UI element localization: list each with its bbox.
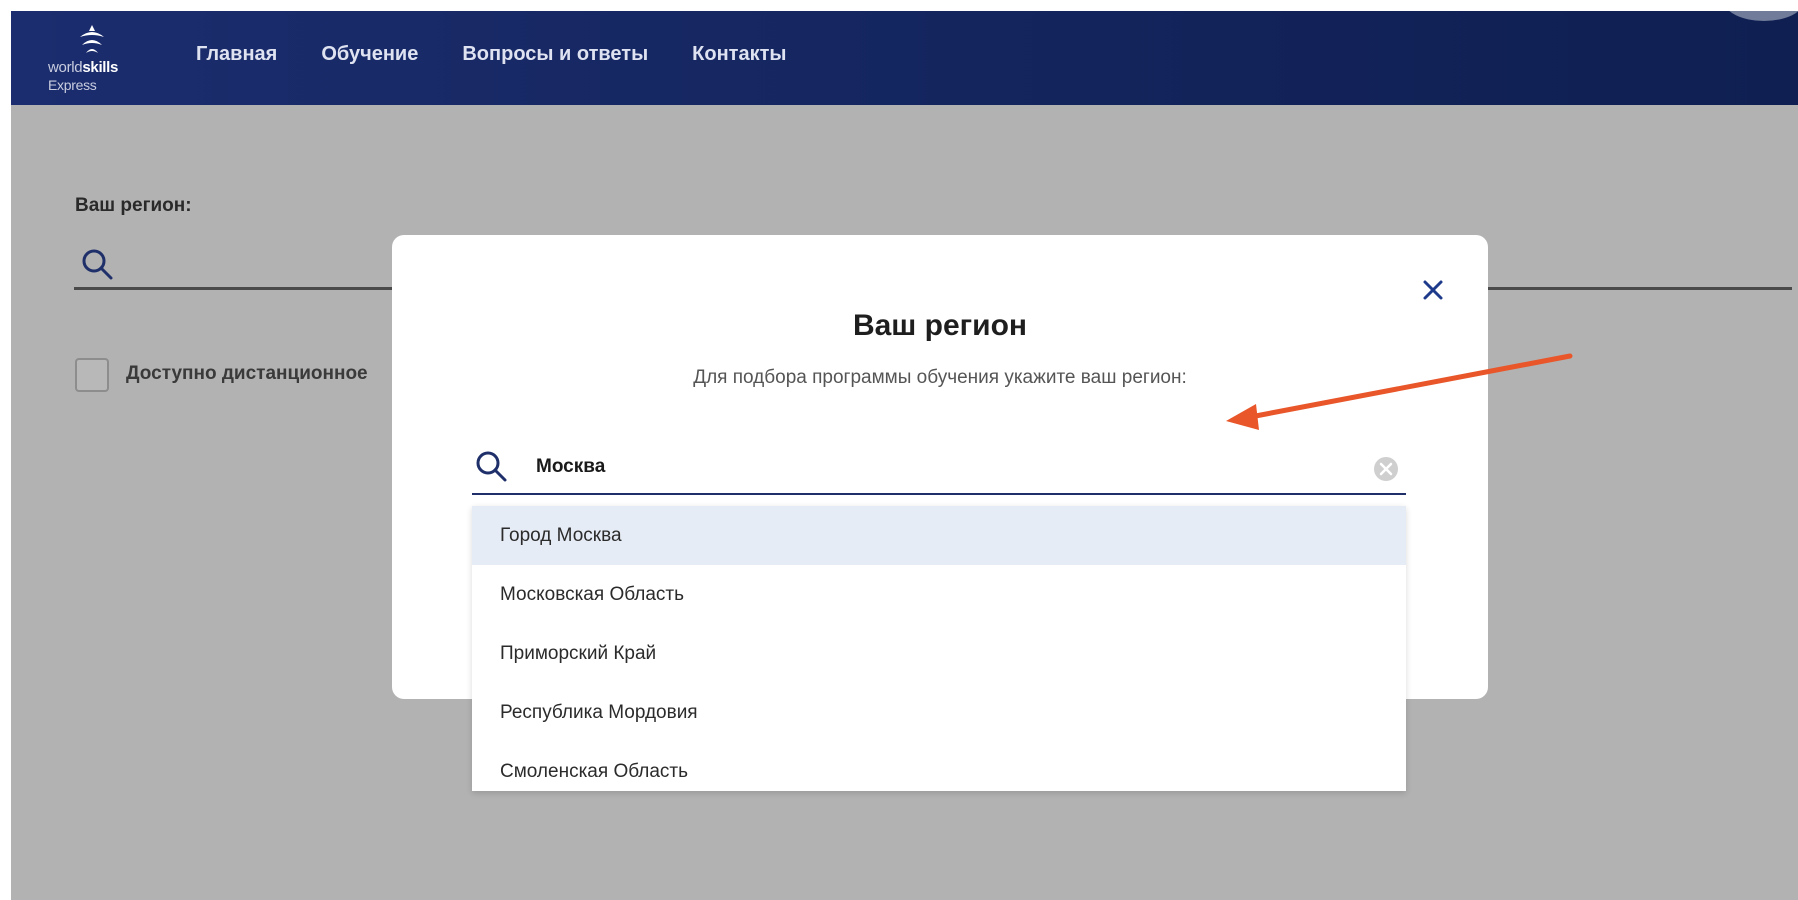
- corner-decoration: [1724, 11, 1798, 21]
- region-search-input[interactable]: [534, 447, 1318, 487]
- page-frame: worldskills Express Главная Обучение Воп…: [0, 0, 1798, 900]
- logo-text-line2: Express: [48, 77, 97, 93]
- suggestion-item[interactable]: Город Москва: [472, 506, 1406, 565]
- remote-learning-label: Доступно дистанционное: [126, 363, 368, 384]
- suggestion-item[interactable]: Московская Область: [472, 565, 1406, 624]
- remote-learning-checkbox[interactable]: [75, 358, 109, 392]
- page: worldskills Express Главная Обучение Воп…: [11, 11, 1798, 900]
- suggestion-item[interactable]: Смоленская Область: [472, 742, 1406, 801]
- logo-figure-icon: [80, 25, 104, 53]
- close-icon[interactable]: [1416, 273, 1450, 307]
- nav-home[interactable]: Главная: [196, 43, 277, 66]
- search-icon: [476, 451, 507, 482]
- logo-text-line1: worldskills: [48, 59, 119, 76]
- main-nav: Главная Обучение Вопросы и ответы Контак…: [196, 43, 830, 66]
- suggestion-item[interactable]: Приморский Край: [472, 624, 1406, 683]
- suggestion-item[interactable]: Республика Мордовия: [472, 683, 1406, 742]
- region-suggestions-dropdown: Город Москва Московская Область Приморск…: [472, 506, 1406, 791]
- nav-contacts[interactable]: Контакты: [692, 43, 786, 66]
- region-search-box: [472, 441, 1406, 495]
- modal-title: Ваш регион: [852, 309, 1028, 342]
- nav-education[interactable]: Обучение: [321, 43, 418, 66]
- clear-icon[interactable]: [1372, 455, 1400, 483]
- modal-subtitle: Для подбора программы обучения укажите в…: [693, 367, 1187, 388]
- nav-faq[interactable]: Вопросы и ответы: [462, 43, 648, 66]
- worldskills-logo[interactable]: worldskills Express: [48, 23, 138, 93]
- search-icon: [82, 249, 113, 280]
- background-region-label: Ваш регион:: [75, 195, 192, 216]
- top-navigation-bar: worldskills Express Главная Обучение Воп…: [11, 11, 1798, 105]
